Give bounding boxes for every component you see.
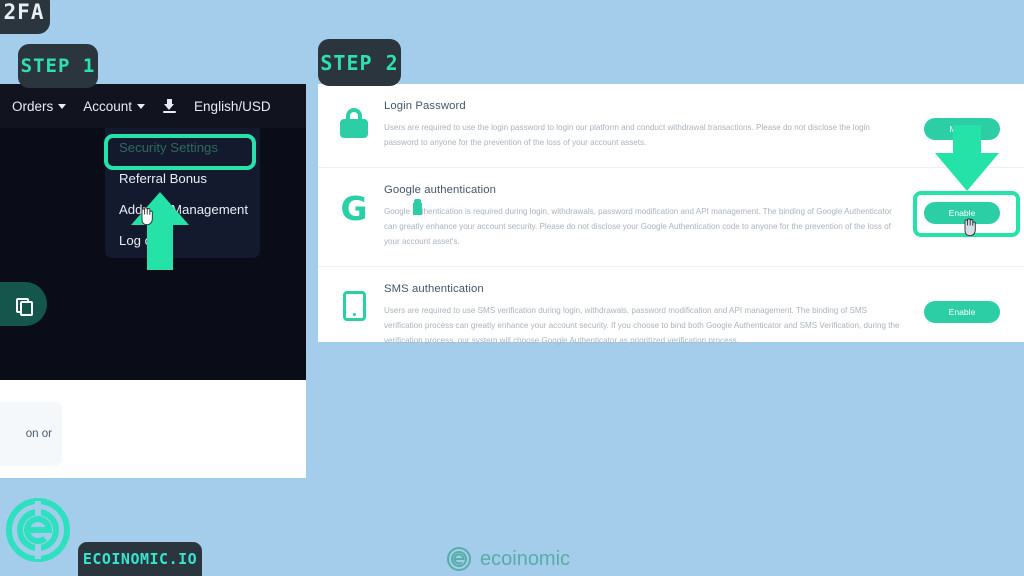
download-icon	[162, 98, 177, 114]
badge-step-1: STEP 1	[18, 44, 98, 88]
top-navigation-bar: Orders Account English/USD	[0, 84, 306, 128]
sms-auth-text-block: SMS authentication Users are required to…	[376, 283, 914, 349]
login-password-description: Users are required to use the login pass…	[384, 123, 870, 147]
nav-item-account[interactable]: Account	[83, 98, 146, 114]
screenshot-stage: Orders Account English/USD Security Sett…	[0, 0, 1024, 576]
security-section-login-password: Login Password Users are required to use…	[318, 84, 1024, 168]
content-card-text: on or	[25, 428, 52, 440]
google-auth-title: Google authentication	[384, 184, 497, 196]
nav-item-account-label: Account	[83, 98, 133, 114]
page-content-area: on or	[0, 380, 306, 478]
badge-topic-2fa: 2FA	[0, 0, 50, 34]
sms-auth-title: SMS authentication	[384, 282, 484, 295]
ecoinomic-brand-tag: ECOINOMIC.IO	[78, 542, 202, 576]
watermark-logo-icon	[447, 547, 471, 571]
google-auth-text-block: Google authentication Google authenticat…	[376, 184, 914, 250]
text-cursor-icon	[413, 199, 422, 215]
locale-selector[interactable]: English/USD	[194, 99, 271, 114]
chevron-down-icon	[58, 103, 67, 109]
login-password-icon-wrap	[332, 100, 376, 138]
locale-label: English/USD	[194, 98, 271, 114]
hand-cursor-enable	[962, 218, 976, 236]
sms-auth-description: Users are required to use SMS verificati…	[384, 305, 900, 345]
copy-icon-back	[20, 301, 33, 316]
google-g-icon: G	[340, 189, 368, 228]
nav-item-orders[interactable]: Orders	[12, 98, 67, 114]
copy-address-pill[interactable]	[0, 282, 47, 326]
badge-step-2: STEP 2	[318, 39, 401, 86]
enable-sms-auth-button[interactable]: Enable	[924, 300, 1000, 323]
login-password-text-block: Login Password Users are required to use…	[376, 100, 914, 151]
security-section-sms-authentication: SMS authentication Users are required to…	[318, 267, 1024, 365]
nav-item-orders-label: Orders	[12, 98, 54, 114]
download-app-button[interactable]	[162, 98, 177, 114]
sms-auth-action-wrap: Enable	[914, 283, 1010, 323]
google-auth-description: Google authentication is required during…	[384, 207, 892, 246]
ecoinomic-logo-icon	[5, 497, 71, 563]
security-settings-highlight-box	[104, 134, 256, 170]
step2-arrow-annotation	[935, 125, 999, 191]
dropdown-item-referral-bonus-label: Referral Bonus	[119, 171, 207, 186]
step1-arrow-annotation	[131, 192, 189, 270]
hand-cursor-dropdown	[139, 207, 153, 225]
phone-icon	[342, 290, 366, 321]
sms-auth-icon-wrap	[332, 283, 376, 321]
login-password-title: Login Password	[384, 100, 466, 112]
chevron-down-icon	[137, 103, 146, 109]
content-card-truncated: on or	[0, 402, 62, 466]
lock-icon	[340, 108, 368, 138]
ecoinomic-watermark: ecoinomic	[446, 546, 570, 572]
watermark-label: ecoinomic	[480, 547, 571, 570]
google-auth-icon-wrap: G	[332, 184, 376, 225]
